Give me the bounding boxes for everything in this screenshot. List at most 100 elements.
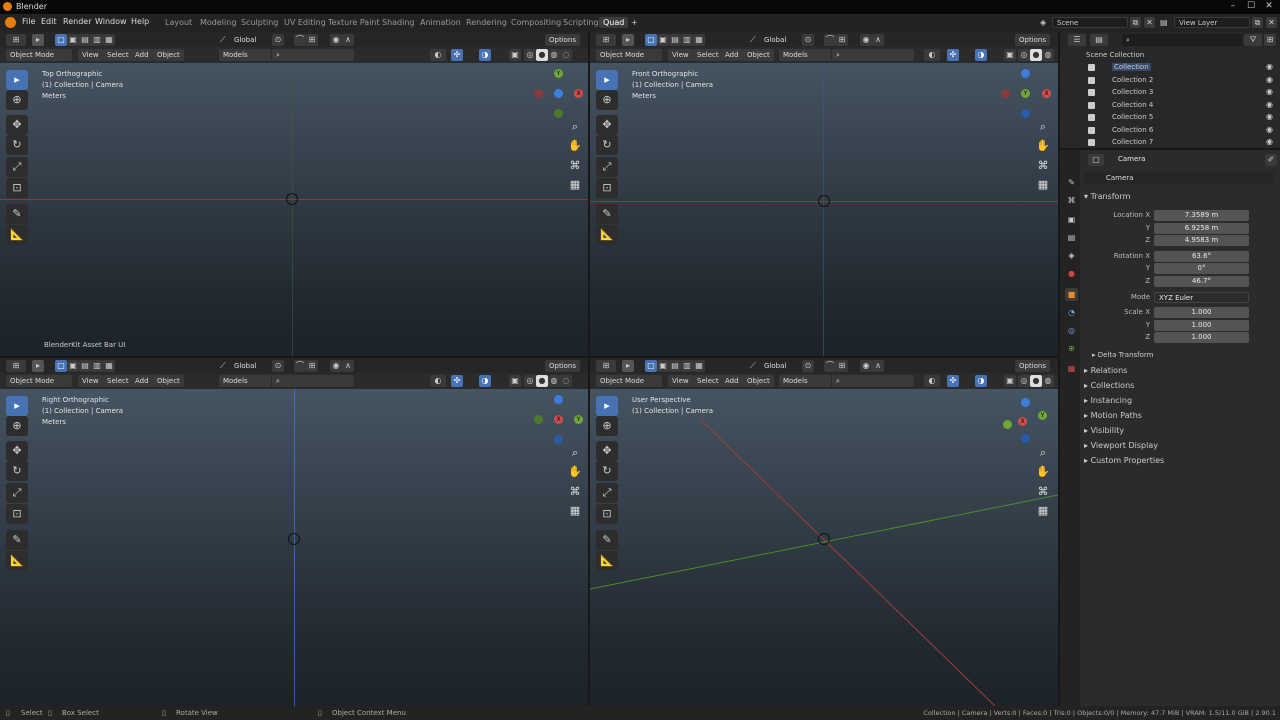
blender-menu-icon[interactable] bbox=[5, 17, 16, 28]
options-button[interactable]: Options bbox=[1015, 360, 1051, 372]
gizmo-neg-y-axis[interactable] bbox=[1003, 420, 1012, 429]
cursor-tool[interactable]: ⊕ bbox=[6, 90, 28, 110]
measure-tool[interactable]: 📐 bbox=[596, 551, 618, 571]
collection-checkbox[interactable] bbox=[1088, 102, 1095, 109]
measure-tool[interactable]: 📐 bbox=[6, 551, 28, 571]
gizmo-z-axis[interactable] bbox=[1021, 69, 1030, 78]
collection-checkbox[interactable] bbox=[1088, 77, 1095, 84]
gizmo-neg-x-axis[interactable] bbox=[534, 89, 543, 98]
collection-filter-dropdown[interactable]: Models bbox=[779, 375, 831, 387]
select-mode-invert-icon[interactable]: ▥ bbox=[681, 34, 693, 46]
scene-tab-icon[interactable]: ◈ bbox=[1065, 249, 1078, 262]
options-button[interactable]: Options bbox=[545, 360, 581, 372]
outliner-item-collection-3[interactable]: Collection 3 bbox=[1112, 88, 1153, 96]
eye-icon[interactable]: ◉ bbox=[1266, 62, 1273, 71]
shading-rendered-icon[interactable]: ◌ bbox=[560, 375, 572, 387]
zoom-icon[interactable]: ⌕ bbox=[1035, 119, 1051, 135]
rotate-tool[interactable]: ↻ bbox=[6, 461, 28, 481]
visibility-icon[interactable]: ◐ bbox=[430, 49, 446, 61]
editor-type-icon[interactable]: ⊞ bbox=[596, 360, 616, 372]
shading-wireframe-icon[interactable]: ◎ bbox=[524, 375, 536, 387]
filter-icon[interactable]: ⛛ bbox=[1244, 34, 1262, 46]
collections-section-header[interactable]: ▸ Collections bbox=[1084, 381, 1134, 390]
perspective-toggle-icon[interactable]: ▦ bbox=[1035, 503, 1051, 519]
new-view-layer-icon[interactable]: ⧉ bbox=[1252, 17, 1263, 28]
constraints-tab-icon[interactable]: ▦ bbox=[1065, 362, 1078, 375]
tab-sculpting[interactable]: Sculpting bbox=[237, 17, 282, 28]
collection-checkbox[interactable] bbox=[1088, 127, 1095, 134]
proportional-editing-icon[interactable]: ◉ bbox=[330, 34, 342, 46]
xray-icon[interactable]: ▣ bbox=[509, 49, 521, 61]
view-layer-selector[interactable]: View Layer bbox=[1174, 17, 1250, 28]
menu-select[interactable]: Select bbox=[103, 49, 133, 61]
pan-hand-icon[interactable]: ✋ bbox=[1035, 464, 1051, 480]
collection-checkbox[interactable] bbox=[1088, 114, 1095, 121]
transform-tool[interactable]: ⊡ bbox=[6, 504, 28, 524]
menu-object[interactable]: Object bbox=[153, 49, 184, 61]
scene-collection-item[interactable]: Scene Collection bbox=[1086, 51, 1144, 59]
visibility-icon[interactable]: ◐ bbox=[430, 375, 446, 387]
menu-add[interactable]: Add bbox=[721, 49, 743, 61]
camera-view-icon[interactable]: ⌘ bbox=[567, 484, 583, 500]
collection-filter-dropdown[interactable]: Models bbox=[219, 49, 271, 61]
select-mode-subtract-icon[interactable]: ▤ bbox=[79, 360, 91, 372]
xray-icon[interactable]: ▣ bbox=[1004, 49, 1016, 61]
select-mode-new-icon[interactable]: ▢ bbox=[645, 34, 657, 46]
gizmo-icon[interactable]: ✣ bbox=[451, 375, 463, 387]
menu-object[interactable]: Object bbox=[743, 49, 774, 61]
visibility-section-header[interactable]: ▸ Visibility bbox=[1084, 426, 1124, 435]
menu-view[interactable]: View bbox=[668, 375, 693, 387]
gizmo-neg-x-axis[interactable] bbox=[1001, 89, 1010, 98]
menu-select[interactable]: Select bbox=[103, 375, 133, 387]
gizmo-neg-y-axis[interactable] bbox=[534, 415, 543, 424]
annotate-tool[interactable]: ✎ bbox=[6, 204, 28, 224]
viewport-bottom-right[interactable]: ⊞ ▸ ▢ ▣ ▤ ▥ ▦ ⟋ Global ⊙ ⌒ ⊞ ◉ ∧ Options… bbox=[590, 358, 1058, 706]
search-input[interactable]: ⌕ bbox=[832, 49, 914, 61]
gizmo-icon[interactable]: ✣ bbox=[947, 375, 959, 387]
select-tool-icon[interactable]: ▸ bbox=[32, 34, 44, 46]
menu-window[interactable]: Window bbox=[95, 17, 127, 26]
xray-icon[interactable]: ▣ bbox=[509, 375, 521, 387]
gizmo-neg-y-axis[interactable] bbox=[554, 109, 563, 118]
add-workspace-icon[interactable]: + bbox=[627, 17, 642, 28]
falloff-icon[interactable]: ∧ bbox=[872, 360, 884, 372]
pan-hand-icon[interactable]: ✋ bbox=[1035, 138, 1051, 154]
custom-properties-section-header[interactable]: ▸ Custom Properties bbox=[1084, 456, 1164, 465]
scale-x-field[interactable]: 1.000 bbox=[1154, 307, 1249, 318]
menu-help[interactable]: Help bbox=[131, 17, 149, 26]
outliner-item-collection-2[interactable]: Collection 2 bbox=[1112, 76, 1153, 84]
menu-add[interactable]: Add bbox=[131, 375, 153, 387]
rotation-y-field[interactable]: 0° bbox=[1154, 263, 1249, 274]
visibility-icon[interactable]: ◐ bbox=[924, 375, 940, 387]
menu-object[interactable]: Object bbox=[153, 375, 184, 387]
pan-hand-icon[interactable]: ✋ bbox=[567, 138, 583, 154]
display-mode-icon[interactable]: ▤ bbox=[1090, 34, 1108, 46]
location-x-field[interactable]: 7.3589 m bbox=[1154, 210, 1249, 221]
editor-type-icon[interactable]: ⊞ bbox=[6, 360, 26, 372]
scale-tool[interactable]: ⤢ bbox=[596, 483, 618, 503]
shading-material-icon[interactable]: ◍ bbox=[548, 375, 560, 387]
shading-material-icon[interactable]: ◍ bbox=[1042, 375, 1054, 387]
mode-dropdown[interactable]: Object Mode bbox=[596, 49, 662, 61]
snap-target-icon[interactable]: ⊞ bbox=[836, 360, 848, 372]
tab-texture-paint[interactable]: Texture Paint bbox=[324, 17, 384, 28]
gizmo-y-axis[interactable]: Y bbox=[1021, 89, 1030, 98]
snap-target-icon[interactable]: ⊞ bbox=[306, 34, 318, 46]
eye-icon[interactable]: ◉ bbox=[1266, 100, 1273, 109]
tab-animation[interactable]: Animation bbox=[416, 17, 465, 28]
eye-icon[interactable]: ◉ bbox=[1266, 87, 1273, 96]
transform-tool[interactable]: ⊡ bbox=[6, 178, 28, 198]
gizmo-x-axis[interactable]: X bbox=[1042, 89, 1051, 98]
object-data-tab-icon[interactable]: ⊕ bbox=[1065, 342, 1078, 355]
snap-target-icon[interactable]: ⊞ bbox=[306, 360, 318, 372]
menu-select[interactable]: Select bbox=[693, 49, 723, 61]
select-box-tool[interactable]: ▸ bbox=[6, 70, 28, 90]
viewport-top-right[interactable]: ⊞ ▸ ▢ ▣ ▤ ▥ ▦ ⟋ Global ⊙ ⌒ ⊞ ◉ ∧ Options… bbox=[590, 32, 1058, 356]
menu-edit[interactable]: Edit bbox=[41, 17, 57, 26]
camera-view-icon[interactable]: ⌘ bbox=[1035, 158, 1051, 174]
pivot-point-icon[interactable]: ⊙ bbox=[272, 360, 284, 372]
render-tab-icon[interactable]: ⌘ bbox=[1065, 194, 1078, 207]
snap-target-icon[interactable]: ⊞ bbox=[836, 34, 848, 46]
select-mode-subtract-icon[interactable]: ▤ bbox=[669, 360, 681, 372]
scale-tool[interactable]: ⤢ bbox=[596, 157, 618, 177]
